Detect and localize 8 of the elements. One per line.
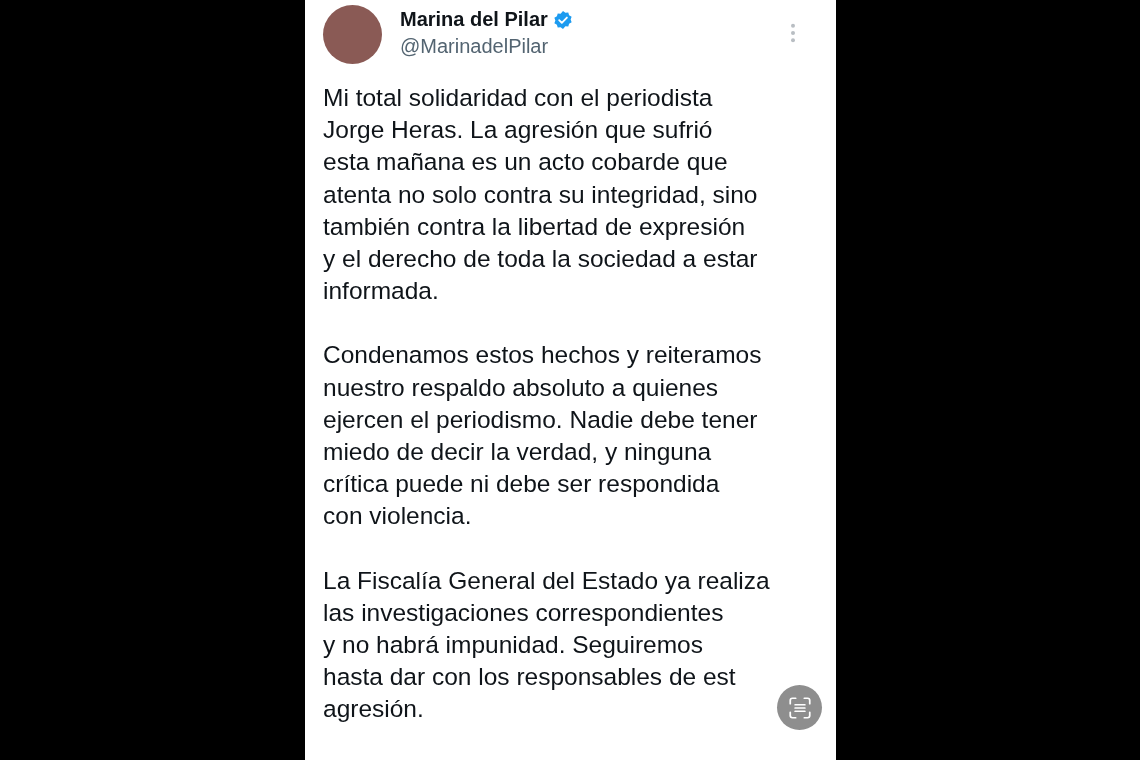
more-options-icon[interactable] <box>790 23 796 43</box>
scan-text-icon <box>786 694 813 721</box>
tweet-paragraph: Mi total solidaridad con el periodista Jorge Heras. La agresión que sufrió esta mañana es un acto cobarde que atenta no solo contra su integridad, sino también contra la libertad de expresión y el derecho de toda la sociedad a estar informada. <box>323 83 758 307</box>
text-scan-button[interactable] <box>777 685 822 730</box>
tweet-paragraph: Condenamos estos hechos y reiteramos nuestro respaldo absoluto a quienes ejercen el periodismo. Nadie debe tener miedo de decir la verdad, y ninguna crítica puede ni debe ser respondida con violencia. <box>323 340 762 532</box>
author-handle[interactable]: @MarinadelPilar <box>400 35 573 58</box>
author-name[interactable]: Marina del Pilar <box>400 8 548 31</box>
tweet-paragraph: La Fiscalía General del Estado ya realiza las investigaciones correspondientes y no habrá impunidad. Seguiremos hasta dar con los responsables de est agresión. <box>323 565 770 725</box>
